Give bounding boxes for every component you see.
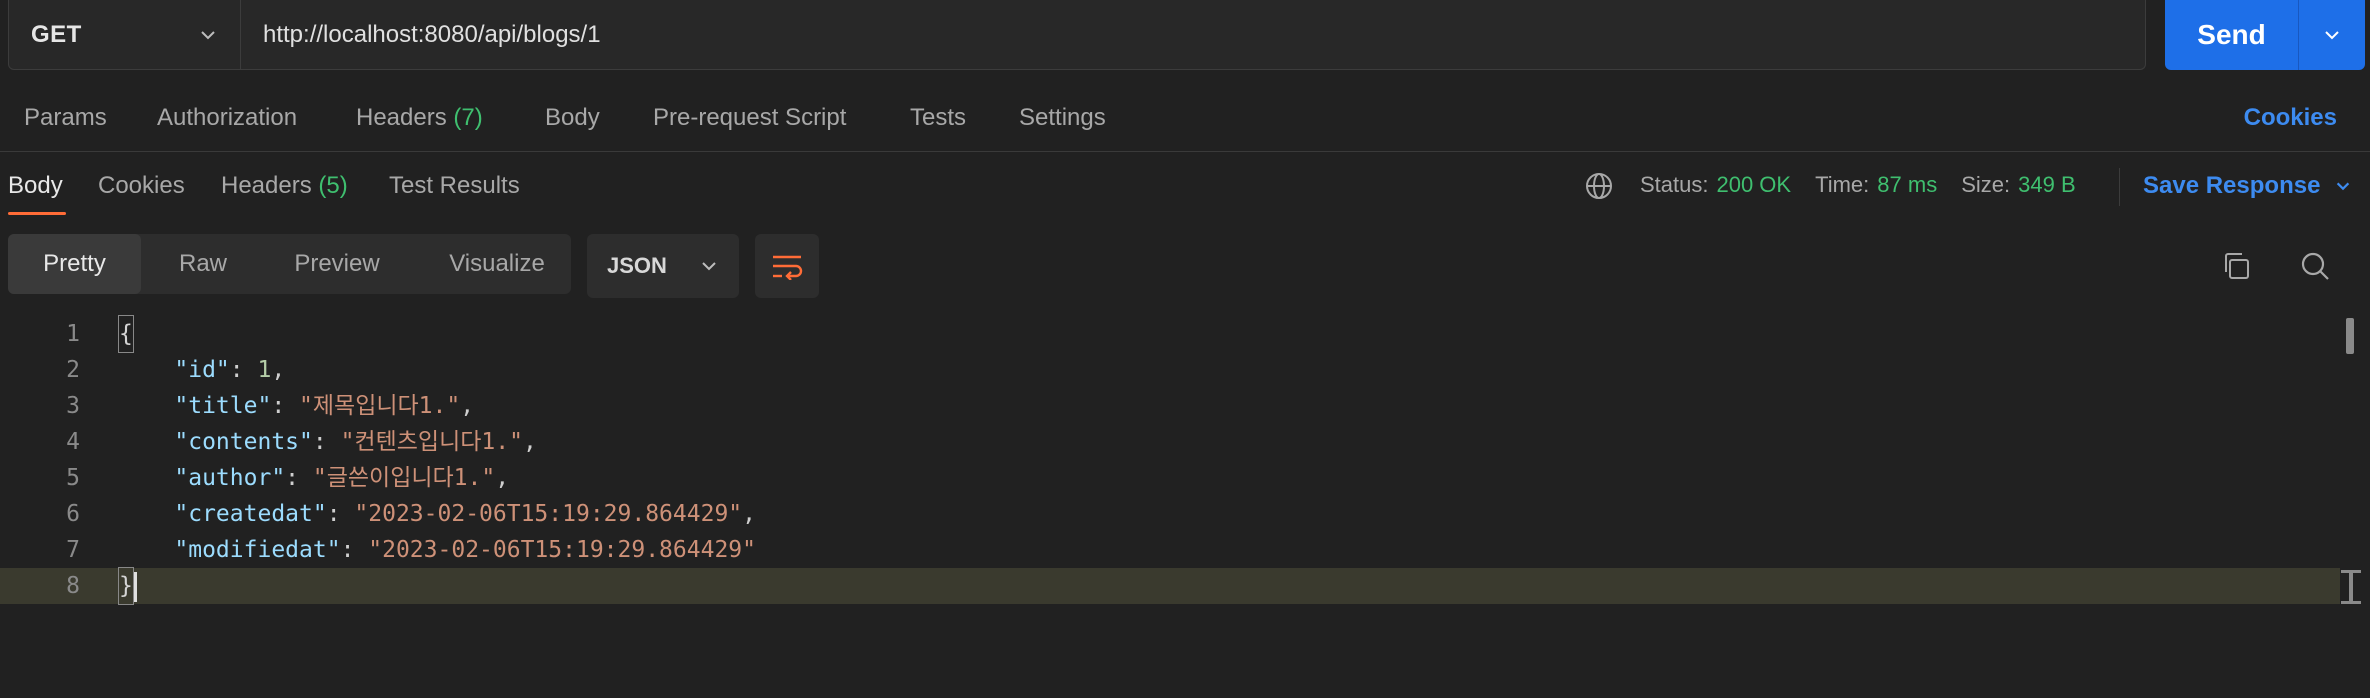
- json-value: 1: [257, 357, 272, 383]
- tab-params[interactable]: Params: [24, 104, 107, 132]
- code-text: "createdat": "2023-02-06T15:19:29.864429…: [174, 501, 757, 527]
- code-line: 1 {: [0, 315, 2340, 353]
- size-label: Size:: [1961, 172, 2011, 197]
- tab-pre-request-script[interactable]: Pre-request Script: [653, 104, 846, 132]
- view-mode-selector: Pretty Raw Preview Visualize: [8, 234, 571, 294]
- size-value[interactable]: 349 B: [2018, 172, 2076, 198]
- code-text: "title": "제목입니다1.",: [174, 393, 475, 419]
- json-key: "contents": [174, 429, 313, 455]
- scrollbar-end-marker[interactable]: [2341, 570, 2361, 604]
- json-key: "id": [174, 357, 230, 383]
- active-tab-indicator: [8, 212, 66, 215]
- line-number: 6: [66, 501, 80, 527]
- line-number: 7: [66, 537, 80, 563]
- send-options-button[interactable]: [2299, 0, 2365, 70]
- save-response-button[interactable]: Save Response: [2143, 172, 2352, 200]
- time-value[interactable]: 87 ms: [1877, 172, 1937, 198]
- status-value[interactable]: 200 OK: [1716, 172, 1791, 198]
- view-raw-button[interactable]: Raw: [153, 234, 253, 294]
- view-pretty-button[interactable]: Pretty: [8, 234, 141, 294]
- text-caret: [133, 571, 137, 602]
- url-input[interactable]: [263, 20, 2145, 49]
- response-tab-cookies[interactable]: Cookies: [98, 172, 185, 200]
- chevron-down-icon: [2325, 31, 2339, 40]
- response-tab-headers-label: Headers: [221, 172, 312, 199]
- tab-headers[interactable]: Headers (7): [356, 104, 483, 132]
- request-tabs: Params Authorization Headers (7) Body Pr…: [0, 90, 2370, 152]
- chevron-down-icon: [702, 262, 716, 271]
- line-number: 5: [66, 465, 80, 491]
- divider: [2119, 168, 2120, 206]
- code-line: 2 "id": 1,: [0, 352, 2340, 388]
- code-text: }: [118, 567, 137, 605]
- view-visualize-button[interactable]: Visualize: [422, 234, 572, 294]
- response-tabs: Body Cookies Headers (5) Test Results St…: [0, 160, 2370, 220]
- line-number: 2: [66, 357, 80, 383]
- code-line: 5 "author": "글쓴이입니다1.",: [0, 460, 2340, 496]
- code-text: "id": 1,: [174, 357, 286, 383]
- chevron-down-icon: [201, 30, 215, 39]
- view-preview-button[interactable]: Preview: [272, 234, 402, 294]
- close-brace: }: [118, 567, 134, 605]
- tab-tests[interactable]: Tests: [910, 104, 966, 132]
- json-key: "title": [174, 393, 272, 419]
- response-tab-test-results[interactable]: Test Results: [389, 172, 520, 200]
- code-line: 4 "contents": "컨텐츠입니다1.",: [0, 424, 2340, 460]
- response-tab-body[interactable]: Body: [8, 172, 63, 200]
- send-button[interactable]: Send: [2165, 0, 2299, 70]
- search-icon: [2301, 252, 2329, 280]
- format-dropdown[interactable]: JSON: [587, 234, 739, 298]
- save-response-label: Save Response: [2143, 172, 2321, 199]
- code-line: 6 "createdat": "2023-02-06T15:19:29.8644…: [0, 496, 2340, 532]
- code-text: "author": "글쓴이입니다1.",: [174, 465, 510, 491]
- code-line-current: 8 }: [0, 567, 2340, 605]
- status-label: Status:: [1640, 172, 1709, 197]
- line-number: 1: [66, 321, 80, 347]
- globe-icon[interactable]: [1584, 171, 1614, 201]
- line-number: 4: [66, 429, 80, 455]
- open-brace: {: [118, 315, 134, 353]
- copy-icon: [2225, 253, 2249, 279]
- method-label: GET: [31, 20, 82, 48]
- time-label: Time:: [1815, 172, 1870, 197]
- tab-settings[interactable]: Settings: [1019, 104, 1106, 132]
- tab-headers-label: Headers: [356, 104, 447, 131]
- line-number: 8: [66, 573, 80, 599]
- url-field-wrapper: [241, 0, 2145, 69]
- response-tab-headers-count: (5): [318, 172, 348, 199]
- cookies-link[interactable]: Cookies: [2244, 104, 2337, 132]
- tab-authorization[interactable]: Authorization: [157, 104, 297, 132]
- response-body-viewer[interactable]: 1 { 2 "id": 1, 3 "title": "제목입니다1.", 4 "…: [0, 315, 2370, 616]
- code-line: 3 "title": "제목입니다1.",: [0, 388, 2340, 424]
- code-line: 7 "modifiedat": "2023-02-06T15:19:29.864…: [0, 532, 2340, 568]
- response-tab-headers[interactable]: Headers (5): [221, 172, 348, 200]
- response-status-area: Status: 200 OK Time: 87 ms Size: 349 B: [1640, 172, 2076, 198]
- request-bar: GET: [8, 0, 2146, 70]
- json-key: "modifiedat": [174, 537, 341, 563]
- json-value: "2023-02-06T15:19:29.864429": [354, 501, 743, 527]
- search-button[interactable]: [2297, 248, 2333, 284]
- wrap-lines-icon: [773, 255, 803, 280]
- tab-body[interactable]: Body: [545, 104, 600, 132]
- json-value: "제목입니다1.": [299, 393, 461, 419]
- json-key: "author": [174, 465, 286, 491]
- json-value: "2023-02-06T15:19:29.864429": [368, 537, 756, 563]
- json-key: "createdat": [174, 501, 327, 527]
- send-button-group: Send: [2165, 0, 2365, 70]
- json-value: "글쓴이입니다1.": [312, 465, 496, 491]
- scrollbar-thumb[interactable]: [2346, 318, 2354, 354]
- json-value: "컨텐츠입니다1.": [340, 429, 523, 455]
- format-label: JSON: [607, 253, 667, 278]
- method-selector[interactable]: GET: [9, 0, 241, 69]
- code-text: "modifiedat": "2023-02-06T15:19:29.86442…: [174, 537, 756, 563]
- copy-button[interactable]: [2218, 248, 2254, 284]
- chevron-down-icon: [2337, 182, 2350, 191]
- code-text: {: [118, 315, 134, 353]
- wrap-lines-button[interactable]: [755, 234, 819, 298]
- code-text: "contents": "컨텐츠입니다1.",: [174, 429, 537, 455]
- tab-headers-count: (7): [453, 104, 483, 131]
- line-number: 3: [66, 393, 80, 419]
